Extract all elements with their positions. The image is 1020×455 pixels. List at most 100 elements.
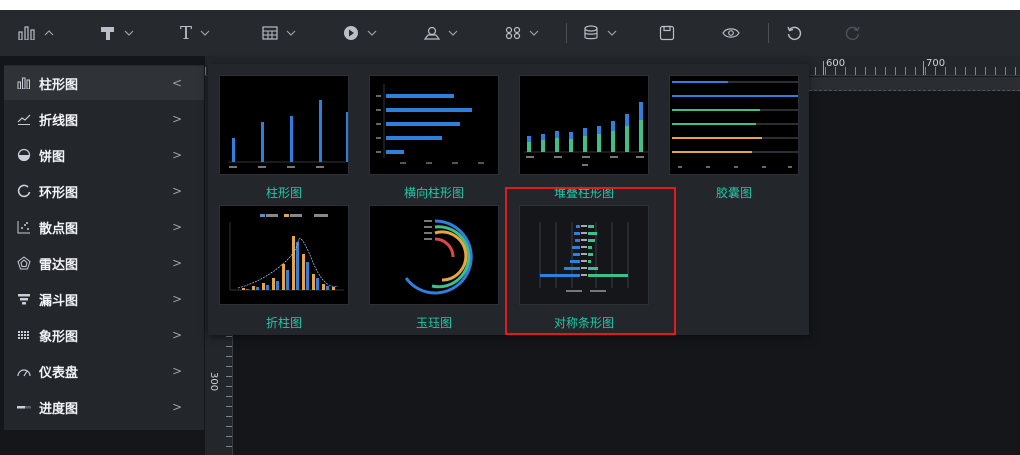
scatter-chart-icon [16,219,32,235]
undo-icon [786,25,802,41]
ruler-label: 600 [826,58,846,69]
chevron-right-icon: > [171,364,182,378]
sidebar-item-label: 仪表盘 [39,365,79,381]
chevron-right-icon: > [171,400,182,414]
ruler-major-tick [923,61,924,75]
save-icon [659,25,675,41]
selection-highlight-box [505,187,676,335]
chevron-right-icon: > [171,256,182,270]
chart-card-line-bar[interactable]: 折柱图 [219,205,349,331]
chart-card-horizontal-bar[interactable]: 横向柱形图 [369,75,499,201]
radar-chart-icon [16,255,32,271]
chevron-right-icon: > [171,220,182,234]
sidebar-item-scatter-chart[interactable]: 散点图 > [4,210,204,244]
sidebar-item-funnel-chart[interactable]: 漏斗图 > [4,282,204,316]
chart-card-label: 折柱图 [265,316,302,330]
pictorial-chart-icon [16,327,32,343]
bar-chart-icon [18,26,36,40]
sidebar-item-ring-chart[interactable]: 环形图 > [4,174,204,208]
sidebar-item-label: 象形图 [39,329,79,345]
chart-category-menu: 柱形图 < 折线图 > 饼图 > 环形图 > 散点图 > 雷达图 > 漏斗图 >… [4,65,204,430]
chevron-right-icon: > [171,112,182,126]
toolbar-divider [768,23,769,43]
chart-thumbnail [219,75,349,175]
database-icon [583,25,599,41]
chevron-down-icon [286,30,296,36]
chevron-down-icon [529,30,539,36]
sidebar-item-progress[interactable]: 进度图 > [4,390,204,424]
chevron-down-icon [200,30,210,36]
chevron-down-icon [607,30,617,36]
chart-thumbnail [519,75,649,175]
canvas-edge [809,77,1020,91]
gauge-icon [16,363,32,379]
ring-chart-icon [16,183,32,199]
toolbar-divider [566,23,567,43]
redo-icon [845,25,861,41]
app-window: T 600 700 300 柱形图 < 折线图 > 饼图 > 环形图 > 散点图… [0,0,1020,455]
text-icon: T [180,22,193,44]
sidebar-item-pie-chart[interactable]: 饼图 > [4,138,204,172]
chevron-down-icon [124,30,134,36]
chart-card-stacked-bar[interactable]: 堆叠柱形图 [519,75,649,201]
table-icon [262,26,278,40]
sidebar-item-gauge[interactable]: 仪表盘 > [4,354,204,388]
chart-card-label: 胶囊图 [715,186,752,200]
progress-icon [16,399,32,415]
chart-card-label: 柱形图 [265,186,302,200]
redo-button[interactable] [845,20,861,46]
paint-brush-icon [100,25,116,41]
undo-button[interactable] [786,20,802,46]
toolbar-media-button[interactable] [343,20,377,46]
ruler-label: 700 [926,58,946,69]
chevron-right-icon: > [171,292,182,306]
chevron-down-icon [367,30,377,36]
chevron-up-icon [44,30,54,36]
chart-card-bar[interactable]: 柱形图 [219,75,349,201]
chevron-down-icon [448,30,458,36]
chart-thumbnail [369,205,499,305]
toolbar-table-button[interactable] [262,20,296,46]
save-button[interactable] [659,20,675,46]
grid-icon [505,26,521,40]
sidebar-item-label: 漏斗图 [39,293,79,309]
sidebar-item-label: 环形图 [39,185,79,201]
sidebar-item-label: 进度图 [39,401,79,417]
sidebar-item-line-chart[interactable]: 折线图 > [4,102,204,136]
chart-card-jade-ring[interactable]: 玉珏图 [369,205,499,331]
ruler-major-tick [823,61,824,75]
toolbar-chart-button[interactable] [18,20,54,46]
chart-card-label: 玉珏图 [415,316,452,330]
ruler-label: 300 [208,372,219,392]
chevron-right-icon: > [171,184,182,198]
sidebar-item-label: 饼图 [39,149,66,165]
chart-card-capsule[interactable]: 胶囊图 [669,75,799,201]
chevron-right-icon: > [171,328,182,342]
sidebar-item-label: 雷达图 [39,257,79,273]
chevron-right-icon: > [171,148,182,162]
chart-thumbnail [369,75,499,175]
eye-icon [722,27,740,39]
chart-thumbnail [669,75,799,175]
line-chart-icon [16,111,32,127]
sidebar-item-pictorial-chart[interactable]: 象形图 > [4,318,204,352]
sidebar-item-radar-chart[interactable]: 雷达图 > [4,246,204,280]
toolbar-component-button[interactable] [505,20,539,46]
sidebar-item-label: 折线图 [39,113,79,129]
sidebar-item-label: 柱形图 [39,77,79,93]
top-toolbar: T [0,10,1020,56]
chart-card-label: 横向柱形图 [403,186,464,200]
toolbar-data-button[interactable] [583,20,617,46]
map-pin-icon [424,25,440,41]
funnel-chart-icon [16,291,32,307]
toolbar-map-button[interactable] [424,20,458,46]
bar-chart-icon [16,75,32,91]
preview-button[interactable] [722,20,740,46]
sidebar-item-bar-chart[interactable]: 柱形图 < [4,66,204,100]
chevron-left-icon: < [171,76,182,90]
sidebar-item-label: 散点图 [39,221,79,237]
chart-thumbnail [219,205,349,305]
toolbar-text-button[interactable]: T [180,20,210,46]
toolbar-style-button[interactable] [100,20,134,46]
pie-chart-icon [16,147,32,163]
